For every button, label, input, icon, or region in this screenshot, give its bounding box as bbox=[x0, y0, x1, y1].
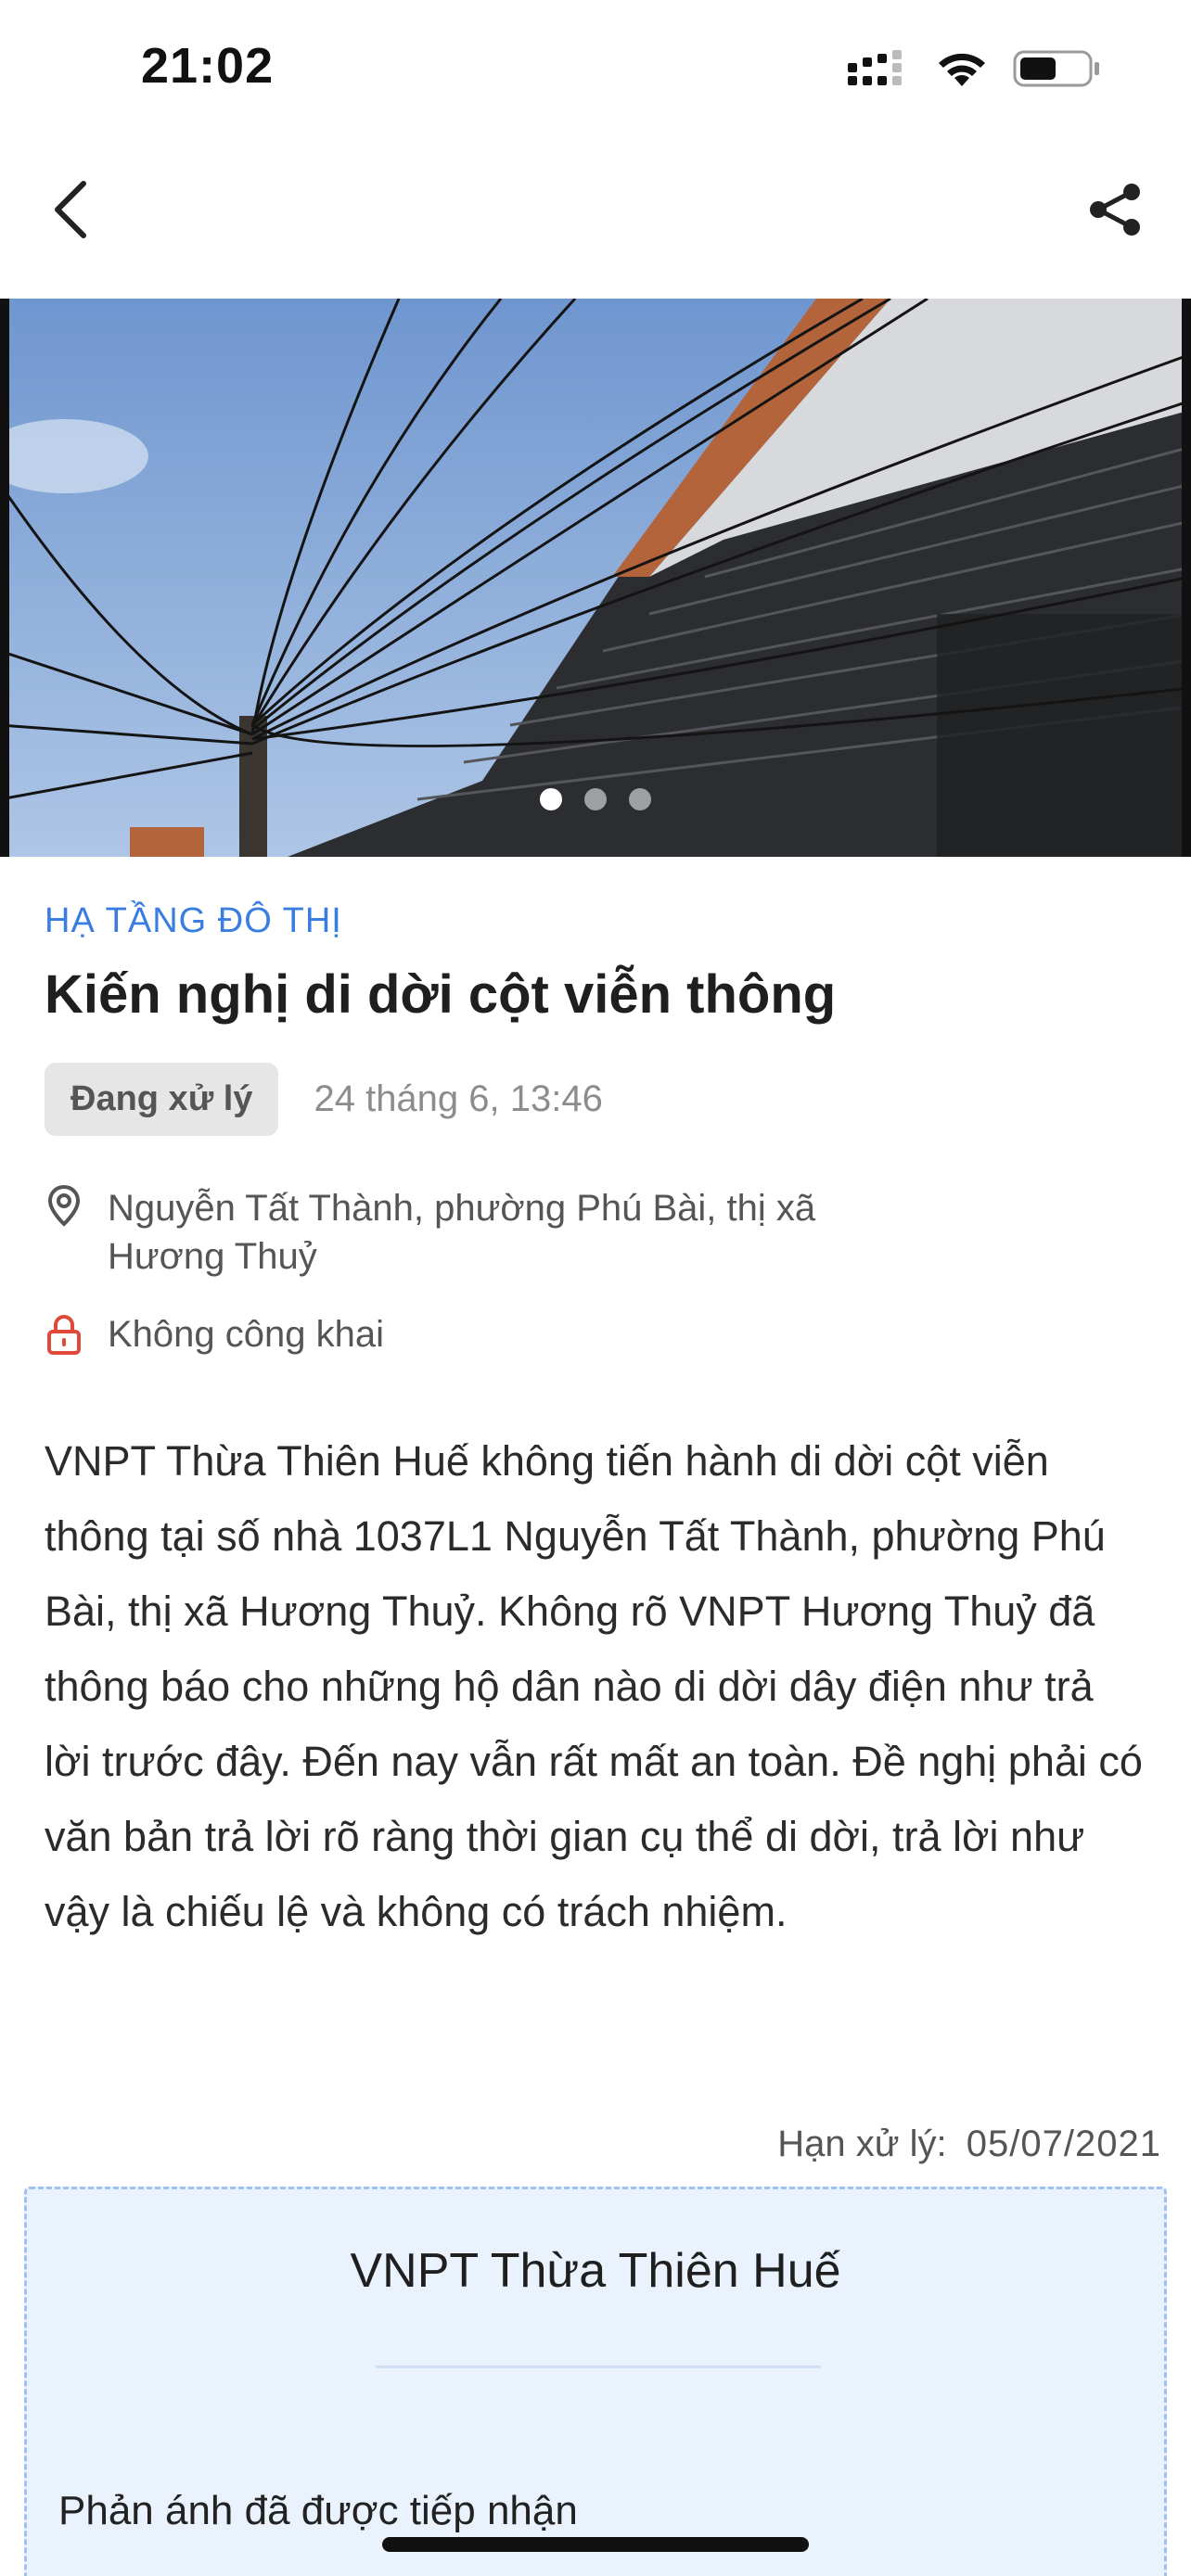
report-visibility: Không công khai bbox=[108, 1314, 385, 1355]
location-pin-icon bbox=[45, 1184, 83, 1227]
carousel-indicator bbox=[0, 788, 1191, 810]
status-icons bbox=[848, 48, 1102, 94]
report-photo bbox=[0, 299, 1191, 857]
report-category: HẠ TẦNG ĐÔ THỊ bbox=[45, 901, 342, 940]
deadline-value: 05/07/2021 bbox=[966, 2123, 1161, 2164]
status-bar: 21:02 bbox=[0, 0, 1191, 139]
battery-icon bbox=[1013, 48, 1102, 94]
report-content: HẠ TẦNG ĐÔ THỊ Kiến nghị di dời cột viễn… bbox=[45, 901, 1146, 1949]
address-row: Nguyễn Tất Thành, phường Phú Bài, thị xã… bbox=[45, 1184, 1146, 1281]
carousel-dot[interactable] bbox=[584, 788, 607, 810]
share-button[interactable] bbox=[1074, 174, 1158, 249]
signal-icon bbox=[848, 50, 911, 92]
response-message: Phản ánh đã được tiếp nhận bbox=[58, 2488, 578, 2533]
lock-icon bbox=[45, 1313, 83, 1356]
response-organization: VNPT Thừa Thiên Huế bbox=[350, 2244, 841, 2298]
nav-bar bbox=[0, 139, 1191, 299]
status-time: 21:02 bbox=[141, 38, 275, 94]
report-meta: Đang xử lý 24 tháng 6, 13:46 bbox=[45, 1063, 1146, 1136]
wifi-icon bbox=[935, 49, 989, 93]
chevron-left-icon bbox=[52, 180, 89, 244]
status-badge: Đang xử lý bbox=[45, 1063, 279, 1136]
home-indicator[interactable] bbox=[382, 2537, 809, 2552]
deadline: Hạn xử lý: 05/07/2021 bbox=[777, 2123, 1161, 2165]
photo-carousel[interactable] bbox=[0, 299, 1191, 857]
divider bbox=[376, 2366, 821, 2368]
response-card: VNPT Thừa Thiên Huế Phản ánh đã được tiế… bbox=[24, 2187, 1167, 2576]
visibility-row: Không công khai bbox=[45, 1310, 1146, 1358]
carousel-dot[interactable] bbox=[629, 788, 651, 810]
carousel-dot[interactable] bbox=[540, 788, 562, 810]
report-datetime: 24 tháng 6, 13:46 bbox=[314, 1078, 603, 1119]
share-icon bbox=[1087, 181, 1145, 243]
report-description: VNPT Thừa Thiên Huế không tiến hành di d… bbox=[45, 1437, 1143, 1935]
deadline-label: Hạn xử lý: bbox=[777, 2123, 947, 2164]
report-address: Nguyễn Tất Thành, phường Phú Bài, thị xã… bbox=[108, 1188, 816, 1277]
back-button[interactable] bbox=[33, 174, 108, 249]
report-title: Kiến nghị di dời cột viễn thông bbox=[45, 964, 837, 1025]
